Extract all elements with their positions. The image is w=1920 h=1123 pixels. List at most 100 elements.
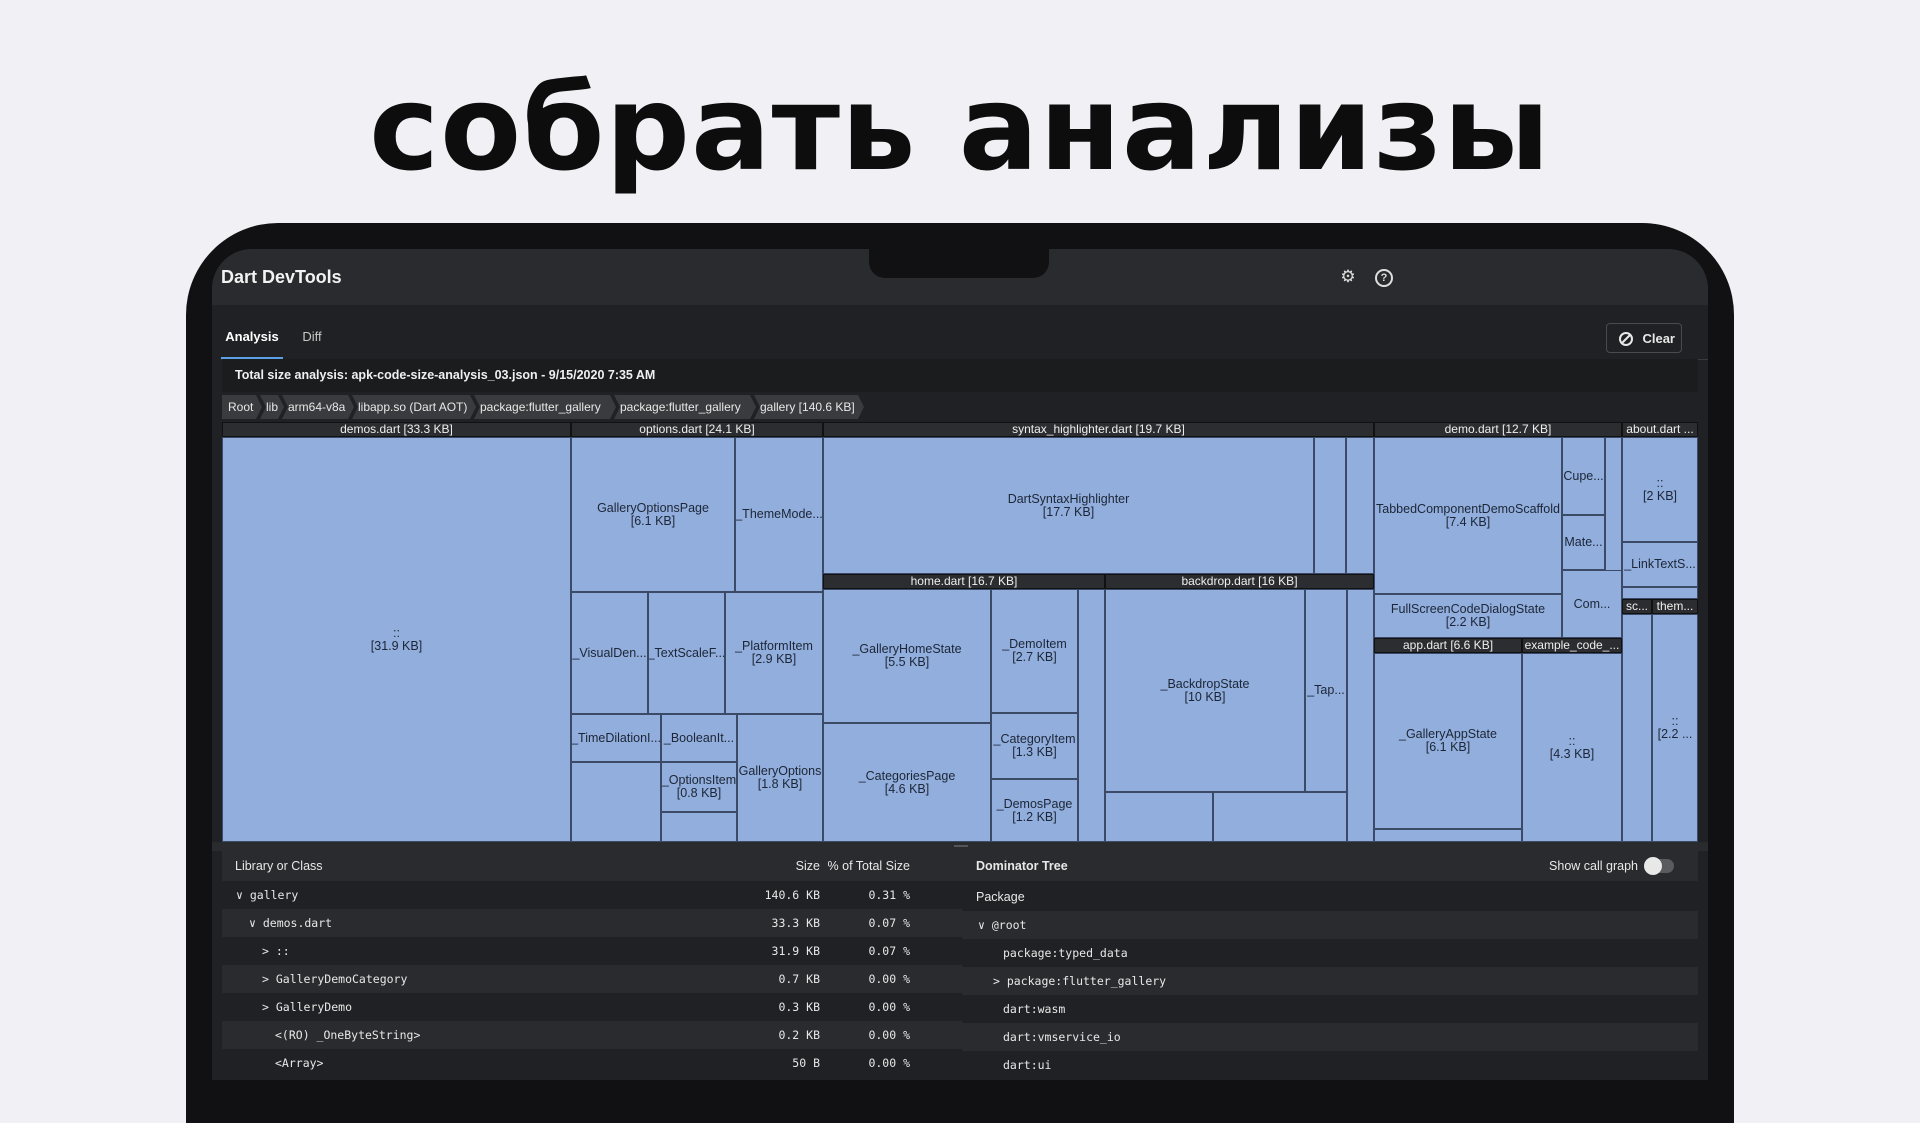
dominator-tree-header: Dominator Tree Show call graph (962, 851, 1698, 881)
treemap-cell-home-small[interactable] (1078, 589, 1105, 842)
show-call-graph-toggle[interactable] (1644, 857, 1674, 875)
treemap-group-them[interactable]: them... (1652, 599, 1698, 614)
table-row[interactable]: ∨ gallery 140.6 KB 0.31 % (222, 881, 962, 909)
treemap-cell-cupe[interactable]: Cupe... (1562, 437, 1605, 515)
treemap-group-demo[interactable]: demo.dart [12.7 KB] (1374, 422, 1622, 437)
tab-diff[interactable]: Diff (294, 319, 330, 357)
treemap-cell-about-small[interactable] (1622, 587, 1698, 599)
table-row[interactable]: > GalleryDemoCategory 0.7 KB 0.00 % (222, 965, 962, 993)
breadcrumb-libapp[interactable]: libapp.so (Dart AOT) (352, 395, 476, 419)
treemap-cell-sc[interactable] (1622, 614, 1652, 842)
treemap-group-example[interactable]: example_code_... (1522, 638, 1622, 653)
treemap-cell-example-root[interactable]: :: [4.3 KB] (1522, 653, 1622, 842)
treemap-cell-demos-page[interactable]: _DemosPage [1.2 KB] (991, 779, 1078, 842)
tree-row[interactable]: dart:ui (962, 1051, 1698, 1079)
row-name: > :: (262, 944, 290, 958)
show-call-graph-label: Show call graph (1549, 859, 1638, 873)
treemap-cell-visual-den[interactable]: _VisualDen... (571, 592, 648, 714)
tree-row[interactable]: dart:vmservice_io (962, 1023, 1698, 1051)
treemap-cell-gallery-home-state[interactable]: _GalleryHomeState [5.5 KB] (823, 589, 991, 723)
tree-row-label: ∨ @root (978, 918, 1027, 932)
treemap-cell-them-root[interactable]: :: [2.2 ... (1652, 614, 1698, 842)
treemap-cell-fullscreen-code[interactable]: FullScreenCodeDialogState [2.2 KB] (1374, 594, 1562, 638)
breadcrumb-gallery[interactable]: gallery [140.6 KB] (754, 395, 864, 419)
devtools-screen: Dart DevTools ⚙ ? Analysis Diff Clear To… (212, 249, 1708, 1080)
treemap-cell-category-item[interactable]: _CategoryItem [1.3 KB] (991, 713, 1078, 779)
treemap-group-syntax[interactable]: syntax_highlighter.dart [19.7 KB] (823, 422, 1374, 437)
treemap-cell-tabbed-component[interactable]: TabbedComponentDemoScaffold [7.4 KB] (1374, 437, 1562, 594)
panel-splitter[interactable] (212, 842, 1708, 851)
treemap-cell-com[interactable]: Com... (1562, 570, 1622, 638)
treemap-group-home[interactable]: home.dart [16.7 KB] (823, 574, 1105, 589)
treemap-cell-syntax-small-a[interactable] (1314, 437, 1346, 574)
treemap-cell-categories-page[interactable]: _CategoriesPage [4.6 KB] (823, 723, 991, 842)
treemap-group-options[interactable]: options.dart [24.1 KB] (571, 422, 823, 437)
treemap-cell-time-dilation[interactable]: _TimeDilationI... (571, 714, 661, 762)
table-row[interactable]: > GalleryDemo 0.3 KB 0.00 % (222, 993, 962, 1021)
treemap-cell-backdrop-small-a[interactable] (1347, 589, 1374, 842)
package-column-header[interactable]: Package (962, 881, 1698, 911)
treemap-cell-options-item[interactable]: _OptionsItem [0.8 KB] (661, 762, 737, 812)
tree-row[interactable]: ∨ @root (962, 911, 1698, 939)
treemap-cell-small-a[interactable] (571, 762, 661, 842)
treemap-group-sc[interactable]: sc... (1622, 599, 1652, 614)
breadcrumb-package-2[interactable]: package:flutter_gallery (614, 395, 756, 419)
treemap-group-app[interactable]: app.dart [6.6 KB] (1374, 638, 1522, 653)
row-pct: 0.00 % (868, 1028, 910, 1042)
treemap-cell-backdrop-small-b[interactable] (1105, 792, 1213, 842)
tree-row[interactable]: > package:flutter_gallery (962, 967, 1698, 995)
table-row[interactable]: > :: 31.9 KB 0.07 % (222, 937, 962, 965)
row-size: 50 B (792, 1056, 820, 1070)
help-circle-icon[interactable]: ? (1375, 269, 1393, 287)
treemap-cell-demo-item[interactable]: _DemoItem [2.7 KB] (991, 589, 1078, 713)
treemap-group-backdrop[interactable]: backdrop.dart [16 KB] (1105, 574, 1374, 589)
breadcrumb-package-1[interactable]: package:flutter_gallery (474, 395, 616, 419)
row-pct: 0.00 % (868, 972, 910, 986)
treemap-cell-platform-item[interactable]: _PlatformItem [2.9 KB] (725, 592, 823, 714)
analysis-summary: Total size analysis: apk-code-size-analy… (222, 359, 1698, 392)
tree-row-label: dart:ui (1003, 1058, 1052, 1072)
treemap-cell-tap[interactable]: _Tap... (1305, 589, 1347, 792)
treemap-cell-demos-root[interactable]: :: [31.9 KB] (222, 437, 571, 842)
row-size: 33.3 KB (771, 916, 820, 930)
dominator-tree-panel: Dominator Tree Show call graph Package ∨… (962, 851, 1698, 1080)
column-library-or-class[interactable]: Library or Class (235, 851, 323, 881)
settings-gear-icon[interactable]: ⚙ (1338, 267, 1358, 287)
treemap-group-about[interactable]: about.dart ... (1622, 422, 1698, 437)
column-size[interactable]: Size (796, 851, 820, 881)
table-row[interactable]: <Array> 50 B 0.00 % (222, 1049, 962, 1077)
treemap-cell-gallery-options[interactable]: GalleryOptions [1.8 KB] (737, 714, 823, 842)
treemap-cell-backdrop-small-c[interactable] (1213, 792, 1347, 842)
tree-row[interactable]: dart:wasm (962, 995, 1698, 1023)
breadcrumb-arm64[interactable]: arm64-v8a (282, 395, 354, 419)
clear-button[interactable]: Clear (1606, 323, 1682, 353)
treemap-cell-app-small[interactable] (1374, 829, 1522, 842)
table-row[interactable]: ∨ demos.dart 33.3 KB 0.07 % (222, 909, 962, 937)
treemap-cell-syntax-small-b[interactable] (1346, 437, 1374, 574)
row-pct: 0.07 % (868, 916, 910, 930)
treemap-cell-theme-mode[interactable]: _ThemeMode... (735, 437, 823, 592)
treemap-cell-backdrop-state[interactable]: _BackdropState [10 KB] (1105, 589, 1305, 792)
table-row[interactable]: <(RO) _OneByteString> 0.2 KB 0.00 % (222, 1021, 962, 1049)
dominator-tree-title: Dominator Tree (976, 859, 1068, 873)
treemap-cell-text-scale[interactable]: _TextScaleF... (648, 592, 725, 714)
breadcrumb-root[interactable]: Root (222, 395, 262, 419)
treemap-cell-mate[interactable]: Mate... (1562, 515, 1605, 570)
treemap-cell-boolean-it[interactable]: _BooleanIt... (661, 714, 737, 762)
column-percent[interactable]: % of Total Size (828, 851, 910, 881)
breadcrumb-lib[interactable]: lib (260, 395, 284, 419)
row-pct: 0.00 % (868, 1000, 910, 1014)
tree-row[interactable]: package:typed_data (962, 939, 1698, 967)
treemap-cell-small-b[interactable] (661, 812, 737, 842)
row-size: 31.9 KB (771, 944, 820, 958)
treemap-group-demos[interactable]: demos.dart [33.3 KB] (222, 422, 571, 437)
treemap-cell-gallery-app-state[interactable]: _GalleryAppState [6.1 KB] (1374, 653, 1522, 829)
row-size: 0.2 KB (778, 1028, 820, 1042)
treemap-cell-link-text[interactable]: _LinkTextS... (1622, 542, 1698, 587)
row-name: <Array> (275, 1056, 324, 1070)
treemap-cell-about-root[interactable]: :: [2 KB] (1622, 437, 1698, 542)
treemap-cell-gallery-options-page[interactable]: GalleryOptionsPage [6.1 KB] (571, 437, 735, 592)
row-pct: 0.00 % (868, 1056, 910, 1070)
tab-analysis[interactable]: Analysis (221, 319, 283, 359)
treemap-cell-dart-syntax-highlighter[interactable]: DartSyntaxHighlighter [17.7 KB] (823, 437, 1314, 574)
